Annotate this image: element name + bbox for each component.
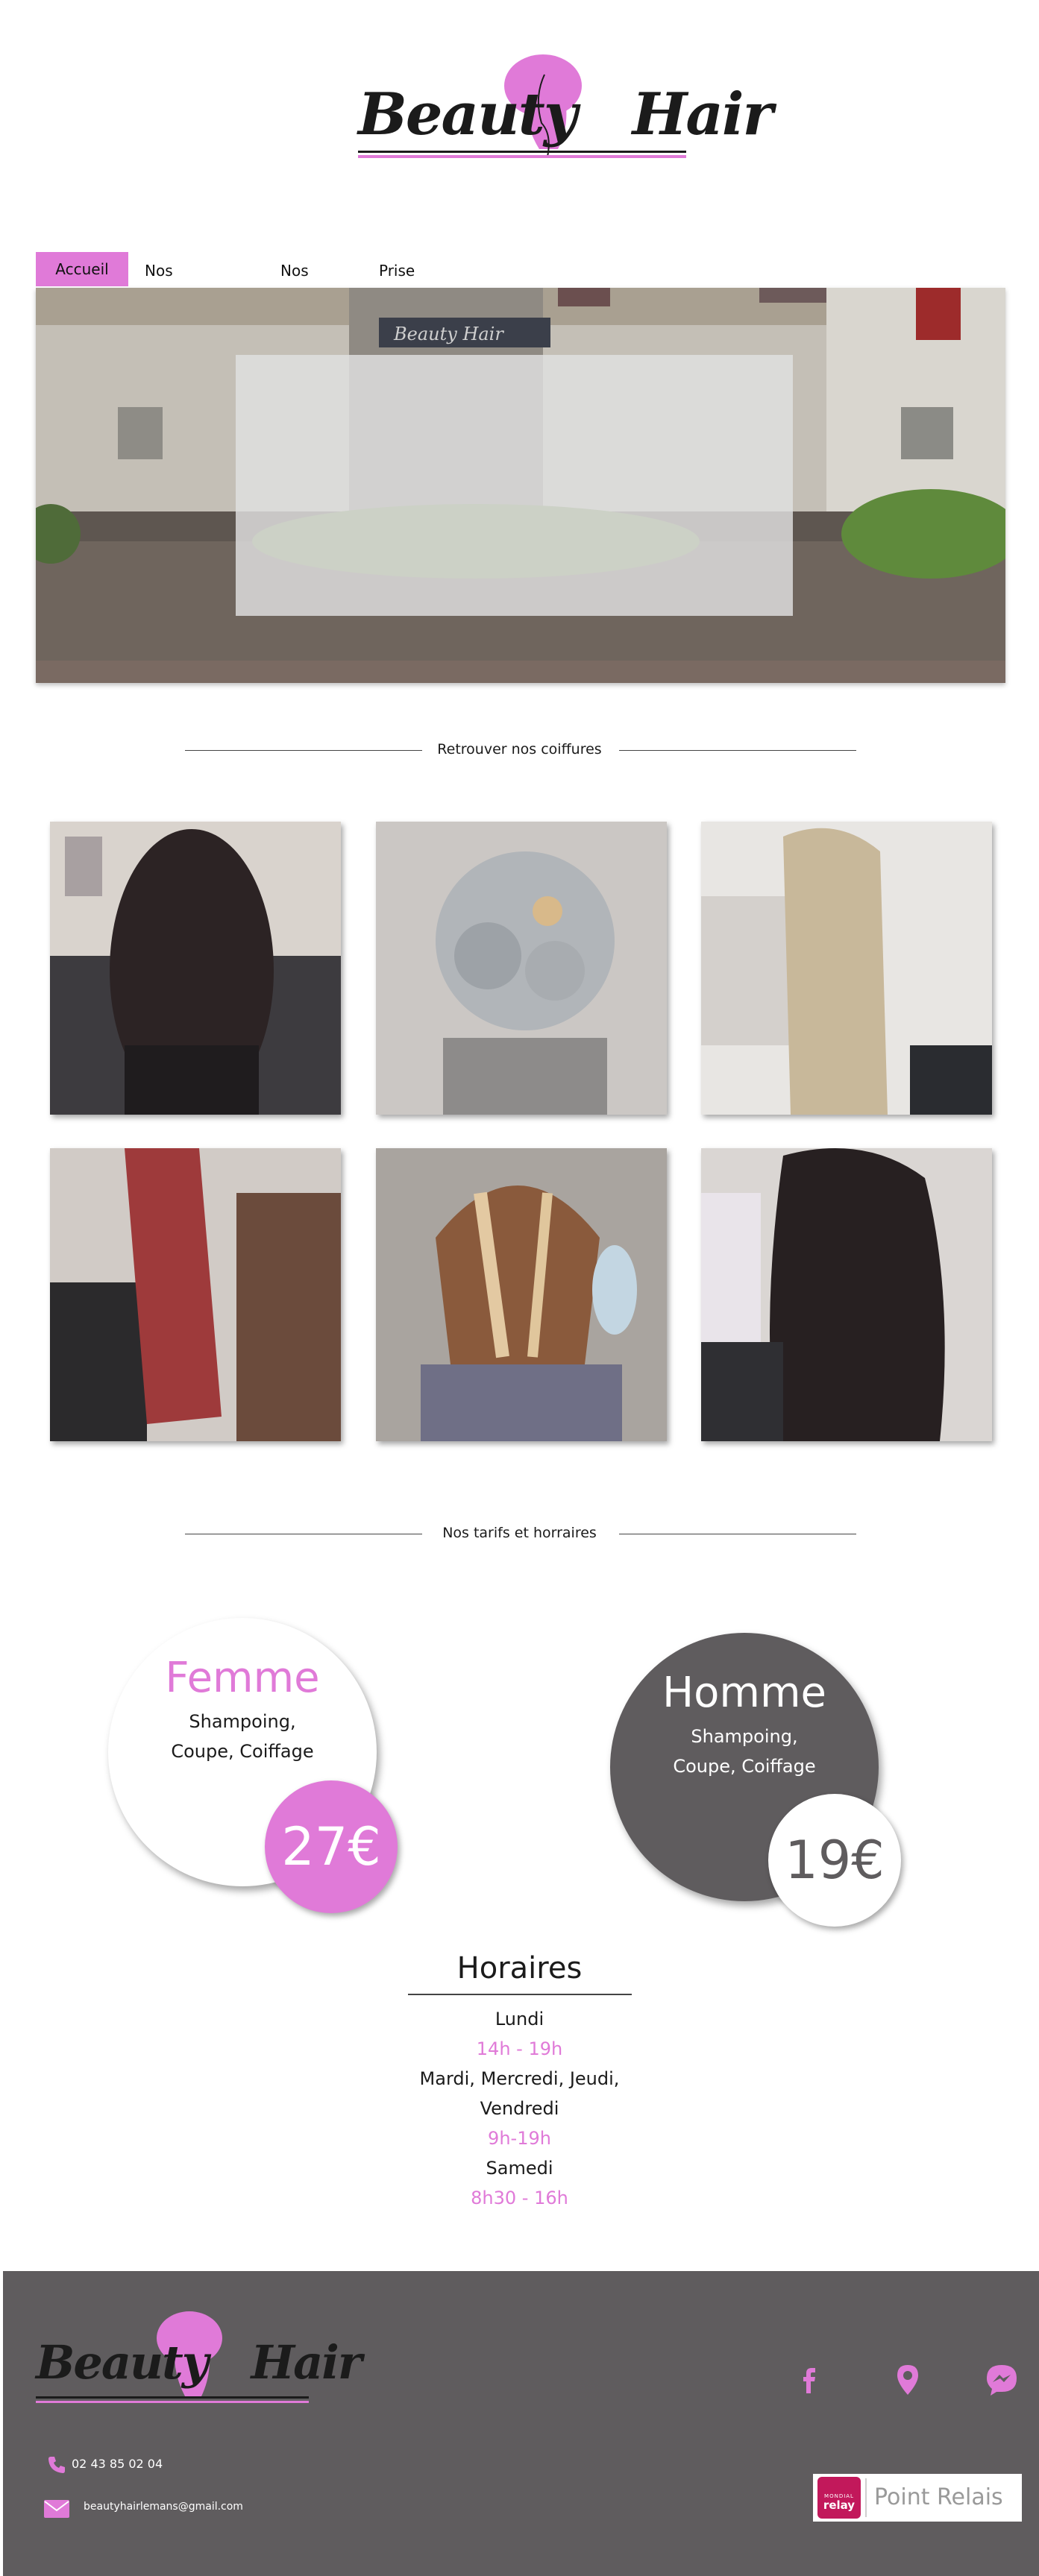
hours-time-samedi: 8h30 - 16h (471, 2188, 568, 2208)
gallery-photo-3[interactable] (701, 822, 992, 1115)
footer-logo[interactable]: Beauty Hair (33, 2308, 362, 2413)
femme-line1: Shampoing, (189, 1711, 296, 1732)
femme-line2: Coupe, Coiffage (171, 1741, 314, 1762)
mondial-relay-logo: MONDIAL relay (817, 2477, 861, 2519)
gallery-photo-2[interactable] (376, 822, 667, 1115)
gallery-photo-1[interactable] (50, 822, 341, 1115)
gallery-photo-5[interactable] (376, 1148, 667, 1441)
footer-logo-underline (36, 2396, 309, 2399)
messenger-icon[interactable] (983, 2361, 1020, 2398)
mail-icon (44, 2500, 69, 2518)
hours-time-weekdays: 9h-19h (488, 2128, 551, 2149)
hero-banner: Beauty Hair (36, 288, 1005, 683)
hours-day-lundi: Lundi (495, 2009, 544, 2029)
footer-logo-underline-pink (36, 2401, 309, 2403)
logo-underline (358, 151, 686, 153)
hours-day-vendredi: Vendredi (480, 2098, 559, 2119)
gallery-photo-4[interactable] (50, 1148, 341, 1441)
pricing-title: Nos tarifs et horraires (442, 1525, 597, 1541)
hours-day-samedi: Samedi (486, 2158, 553, 2179)
facebook-icon[interactable] (791, 2361, 828, 2398)
logo-underline-pink (358, 155, 686, 158)
hours-title-rule (407, 1994, 632, 1995)
gallery-title-rule-right (619, 750, 856, 751)
gallery-title: Retrouver nos coiffures (437, 741, 602, 758)
nav-item-rdv[interactable]: Prise de RDV (379, 252, 415, 354)
point-relais-divider (865, 2478, 867, 2517)
gallery-photo-6[interactable] (701, 1148, 992, 1441)
homme-line2: Coupe, Coiffage (673, 1756, 816, 1777)
hours-time-lundi: 14h - 19h (476, 2038, 563, 2059)
footer-email[interactable]: beautyhairlemans@gmail.com (84, 2501, 243, 2513)
hours-title: Horaires (456, 1951, 583, 1985)
footer-logo-text: Beauty Hair (36, 2335, 362, 2390)
header-logo[interactable]: Beauty Hair (351, 52, 773, 171)
point-relais-label: Point Relais (874, 2484, 1003, 2510)
map-pin-icon[interactable] (889, 2361, 926, 2398)
homme-line1: Shampoing, (691, 1726, 798, 1747)
homme-title: Homme (662, 1669, 826, 1717)
homme-price-badge: 19€ (768, 1794, 901, 1927)
femme-price-badge: 27€ (265, 1780, 398, 1913)
nav-item-coiffure[interactable]: Nos Coiffure (145, 252, 203, 317)
nav-item-accueil[interactable]: Accueil (36, 252, 128, 286)
hours-section: Horaires Lundi 14h - 19h Mardi, Mercredi… (373, 1947, 666, 2213)
footer: Beauty Hair 02 43 85 02 04 beautyhairlem… (3, 2271, 1039, 2576)
point-relais-badge[interactable]: MONDIAL relay Point Relais (813, 2474, 1022, 2522)
svg-text:Beauty Hair: Beauty Hair (393, 324, 504, 344)
hero-overlay-panel (236, 355, 793, 616)
femme-title: Femme (165, 1654, 320, 1702)
logo-text: Beauty Hair (358, 81, 773, 148)
nav-item-tarif[interactable]: Nos Tarif (280, 252, 312, 317)
footer-phone[interactable]: 02 43 85 02 04 (72, 2457, 163, 2471)
phone-icon (48, 2457, 65, 2473)
hours-day-weekdays: Mardi, Mercredi, Jeudi, (419, 2068, 620, 2089)
